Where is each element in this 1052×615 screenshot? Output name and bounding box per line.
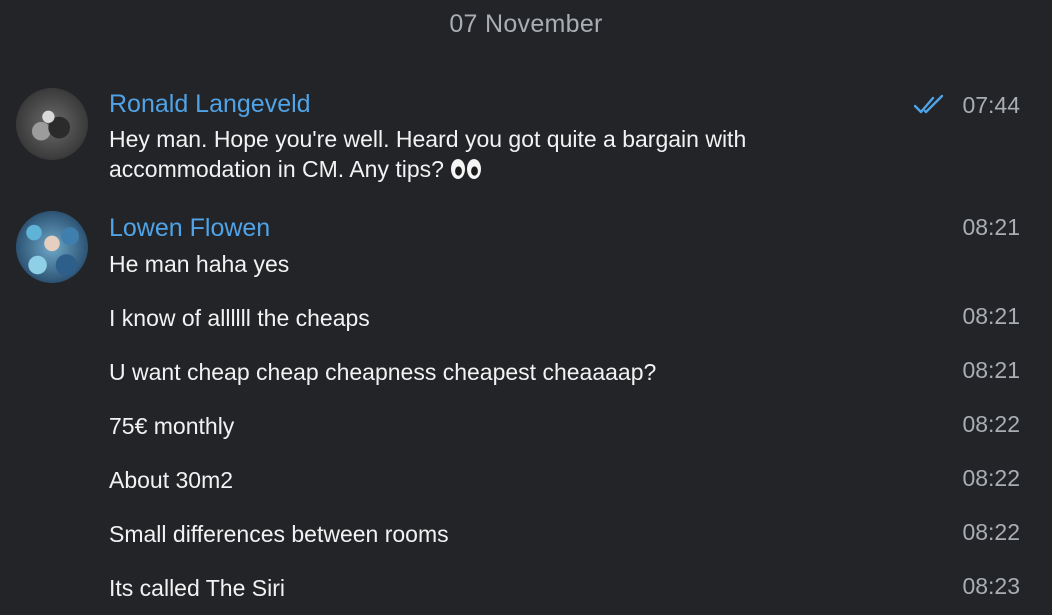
message-text: Hey man. Hope you're well. Heard you got… <box>109 126 747 182</box>
message-text: I know of allllll the cheaps <box>109 305 370 331</box>
date-separator: 07 November <box>449 10 603 38</box>
message-text: 75€ monthly <box>109 413 235 439</box>
message-time: 08:22 <box>962 411 1020 437</box>
message-time: 08:21 <box>962 214 1020 240</box>
message-time: 08:23 <box>962 573 1020 599</box>
message-time: 07:44 <box>962 92 1020 118</box>
message-text: About 30m2 <box>109 467 234 493</box>
message-text: He man haha yes <box>109 251 290 277</box>
message-time: 08:22 <box>962 465 1020 491</box>
message-time: 08:21 <box>962 357 1020 383</box>
message-time: 08:22 <box>962 519 1020 545</box>
avatar-lowen[interactable] <box>16 211 88 283</box>
avatar-ronald[interactable] <box>16 88 88 160</box>
double-check-icon <box>914 94 944 114</box>
message-text: Small differences between rooms <box>109 521 449 547</box>
message-text: Its called The Siri <box>109 575 285 601</box>
eyes-emoji <box>450 159 481 179</box>
sender-name[interactable]: Ronald Langeveld <box>109 90 311 119</box>
message-time: 08:21 <box>962 303 1020 329</box>
message-text: U want cheap cheap cheapness cheapest ch… <box>109 359 657 385</box>
sender-name[interactable]: Lowen Flowen <box>109 214 270 243</box>
